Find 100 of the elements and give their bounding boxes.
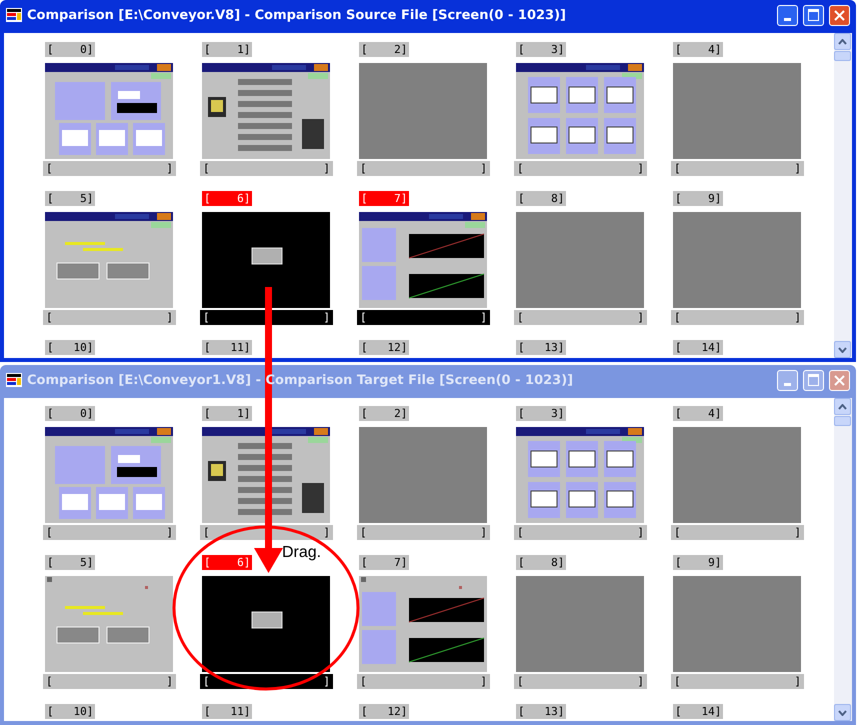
- screen-number-label: [ 9]: [673, 555, 724, 570]
- screen-thumbnail-drawing[interactable]: [45, 63, 173, 159]
- maximize-button[interactable]: [803, 4, 824, 26]
- caption-bracket: [: [46, 526, 53, 539]
- caption-bracket: ]: [794, 162, 801, 175]
- screen-number-label: [ 10]: [45, 340, 96, 355]
- screen-thumbnail-drawing[interactable]: [202, 427, 330, 523]
- caption-bracket: ]: [480, 311, 487, 324]
- screen-number-label: [ 7]: [359, 555, 410, 570]
- caption-bracket: [: [674, 311, 681, 324]
- caption-bracket: ]: [637, 162, 644, 175]
- screen-thumbnail-drawing[interactable]: [359, 212, 487, 308]
- caption-bracket: [: [360, 311, 367, 324]
- screen-number-label: [ 13]: [516, 704, 566, 719]
- caption-bracket: ]: [794, 526, 801, 539]
- screen-thumbnail-drawing[interactable]: [202, 576, 330, 672]
- drag-annotation: Drag.: [282, 544, 322, 562]
- caption-bracket: ]: [323, 675, 330, 688]
- screen-number-label: [ 8]: [516, 555, 566, 570]
- caption-bracket: ]: [637, 311, 644, 324]
- window-title: Comparison [E:\Conveyor.V8] - Comparison Source File [Screen(0 - 1023)]: [27, 8, 567, 22]
- screen-number-label: [ 5]: [45, 191, 96, 206]
- screen-thumbnail-drawing[interactable]: [516, 427, 644, 523]
- close-button[interactable]: [829, 4, 850, 26]
- app-icon: [6, 373, 22, 387]
- close-icon: [834, 10, 845, 20]
- screen-thumbnail-drawing[interactable]: [516, 63, 644, 159]
- caption-bracket: [: [517, 311, 524, 324]
- caption-bracket: [: [203, 675, 210, 688]
- caption-bracket: ]: [794, 311, 801, 324]
- caption-bracket: [: [46, 162, 53, 175]
- minimize-button[interactable]: [777, 4, 798, 26]
- caption-bracket: ]: [480, 162, 487, 175]
- caption-bracket: [: [46, 311, 53, 324]
- screen-thumbnail-drawing[interactable]: [673, 63, 801, 159]
- screen-thumbnail-drawing[interactable]: [516, 576, 644, 672]
- screen-number-label: [ 13]: [516, 340, 566, 355]
- caption-bracket: ]: [480, 675, 487, 688]
- app-icon: [6, 8, 22, 22]
- caption-bracket: [: [674, 675, 681, 688]
- screen-thumbnail-drawing[interactable]: [45, 576, 173, 672]
- screen-thumbnail-drawing[interactable]: [516, 212, 644, 308]
- caption-bracket: [: [674, 526, 681, 539]
- screen-thumbnail-drawing[interactable]: [359, 63, 487, 159]
- screen-thumbnail-drawing[interactable]: [673, 427, 801, 523]
- caption-bracket: ]: [166, 162, 173, 175]
- screen-number-label: [ 14]: [673, 704, 724, 719]
- screen-number-label: [ 1]: [202, 406, 252, 421]
- maximize-icon: [808, 374, 819, 386]
- screen-number-label: [ 14]: [673, 340, 724, 355]
- caption-bracket: [: [360, 162, 367, 175]
- screen-number-label: [ 4]: [673, 42, 724, 57]
- vertical-scrollbar[interactable]: [834, 398, 852, 721]
- screen-number-label: [ 1]: [202, 42, 252, 57]
- caption-bracket: [: [517, 162, 524, 175]
- screen-number-label: [ 11]: [202, 704, 252, 719]
- caption-bracket: ]: [637, 526, 644, 539]
- caption-bracket: [: [203, 311, 210, 324]
- caption-bracket: [: [203, 162, 210, 175]
- caption-bracket: ]: [166, 311, 173, 324]
- caption-bracket: ]: [323, 311, 330, 324]
- caption-bracket: ]: [323, 162, 330, 175]
- screen-thumbnail-drawing[interactable]: [359, 576, 487, 672]
- minimize-icon: [784, 18, 791, 20]
- caption-bracket: [: [46, 675, 53, 688]
- screen-number-label: [ 5]: [45, 555, 96, 570]
- caption-bracket: [: [674, 162, 681, 175]
- screen-thumbnail-drawing[interactable]: [202, 212, 330, 308]
- caption-bracket: ]: [323, 526, 330, 539]
- vertical-scrollbar[interactable]: [834, 33, 852, 358]
- screen-number-label: [ 8]: [516, 191, 566, 206]
- screen-number-label: [ 10]: [45, 704, 96, 719]
- screen-number-label: [ 2]: [359, 42, 410, 57]
- caption-bracket: ]: [166, 675, 173, 688]
- maximize-icon: [808, 9, 819, 21]
- screen-number-label: [ 11]: [202, 340, 252, 355]
- scroll-thumb[interactable]: [834, 416, 851, 426]
- screen-number-label: [ 6]: [202, 191, 252, 206]
- screen-number-label: [ 2]: [359, 406, 410, 421]
- screen-number-label: [ 0]: [45, 406, 96, 421]
- caption-bracket: ]: [480, 526, 487, 539]
- scroll-thumb[interactable]: [834, 51, 851, 61]
- close-icon: [834, 374, 845, 386]
- caption-bracket: ]: [166, 526, 173, 539]
- minimize-icon: [784, 382, 791, 386]
- screen-number-label: [ 12]: [359, 704, 410, 719]
- screen-number-label: [ 6]: [202, 555, 252, 570]
- screen-thumbnail-drawing[interactable]: [45, 427, 173, 523]
- caption-bracket: ]: [794, 675, 801, 688]
- screen-number-label: [ 3]: [516, 406, 566, 421]
- caption-bracket: [: [517, 526, 524, 539]
- screen-number-label: [ 12]: [359, 340, 410, 355]
- screen-thumbnail-drawing[interactable]: [673, 576, 801, 672]
- screen-thumbnail-drawing[interactable]: [359, 427, 487, 523]
- screen-thumbnail-drawing[interactable]: [673, 212, 801, 308]
- screen-number-label: [ 4]: [673, 406, 724, 421]
- screen-number-label: [ 9]: [673, 191, 724, 206]
- screen-thumbnail-drawing[interactable]: [45, 212, 173, 308]
- screen-thumbnail-drawing[interactable]: [202, 63, 330, 159]
- screen-number-label: [ 3]: [516, 42, 566, 57]
